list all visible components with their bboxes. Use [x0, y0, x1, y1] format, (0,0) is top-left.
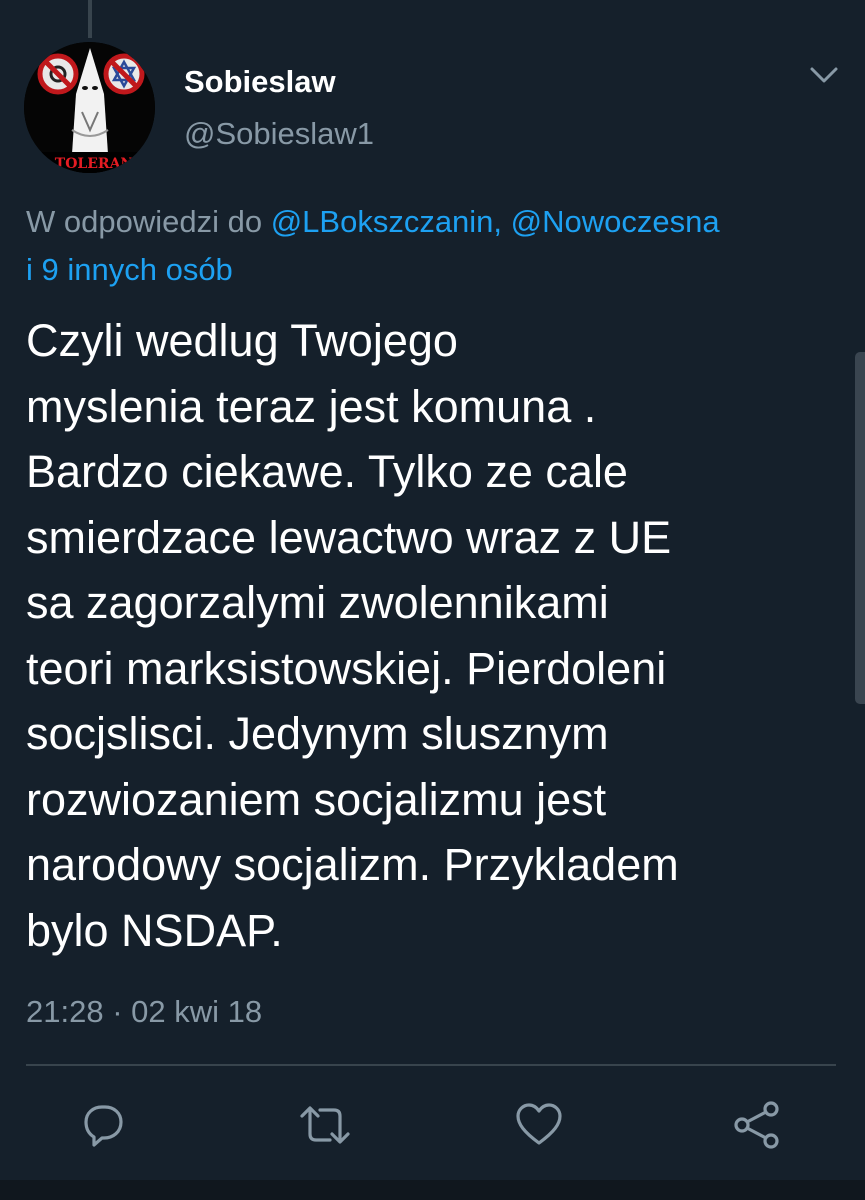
- reply-others-link[interactable]: i 9 innych osób: [26, 252, 233, 287]
- share-button[interactable]: [732, 1100, 782, 1150]
- bottom-edge: [0, 1180, 865, 1200]
- tweet-detail-screen: NO TOLERANCE Sobieslaw @Sobieslaw1 W odp…: [0, 0, 865, 1200]
- tweet-body-text: Czyli wedlug Twojego myslenia teraz jest…: [26, 315, 679, 956]
- like-button[interactable]: [514, 1100, 564, 1150]
- avatar-image: NO TOLERANCE: [24, 42, 155, 173]
- chevron-down-icon[interactable]: [806, 60, 842, 90]
- comment-icon: [84, 1105, 123, 1147]
- thread-connector-line: [88, 0, 92, 38]
- author-handle[interactable]: @Sobieslaw1: [184, 114, 374, 154]
- heart-icon: [516, 1103, 562, 1145]
- reply-prefix: W odpowiedzi do: [26, 204, 271, 239]
- share-icon: [734, 1101, 779, 1149]
- avatar[interactable]: NO TOLERANCE: [24, 42, 155, 173]
- divider: [26, 1064, 836, 1066]
- scrollbar-thumb[interactable]: [855, 352, 865, 704]
- author-display-name[interactable]: Sobieslaw: [184, 62, 336, 102]
- retweet-icon: [300, 1106, 350, 1144]
- reply-mentions-link[interactable]: @LBokszczanin, @Nowoczesna: [271, 204, 720, 239]
- tweet-timestamp[interactable]: 21:28 · 02 kwi 18: [26, 990, 262, 1034]
- reply-context: W odpowiedzi do @LBokszczanin, @Nowoczes…: [26, 198, 841, 294]
- reply-button[interactable]: [78, 1100, 128, 1150]
- retweet-button[interactable]: [298, 1100, 350, 1150]
- avatar-text: NO TOLERANCE: [25, 156, 155, 172]
